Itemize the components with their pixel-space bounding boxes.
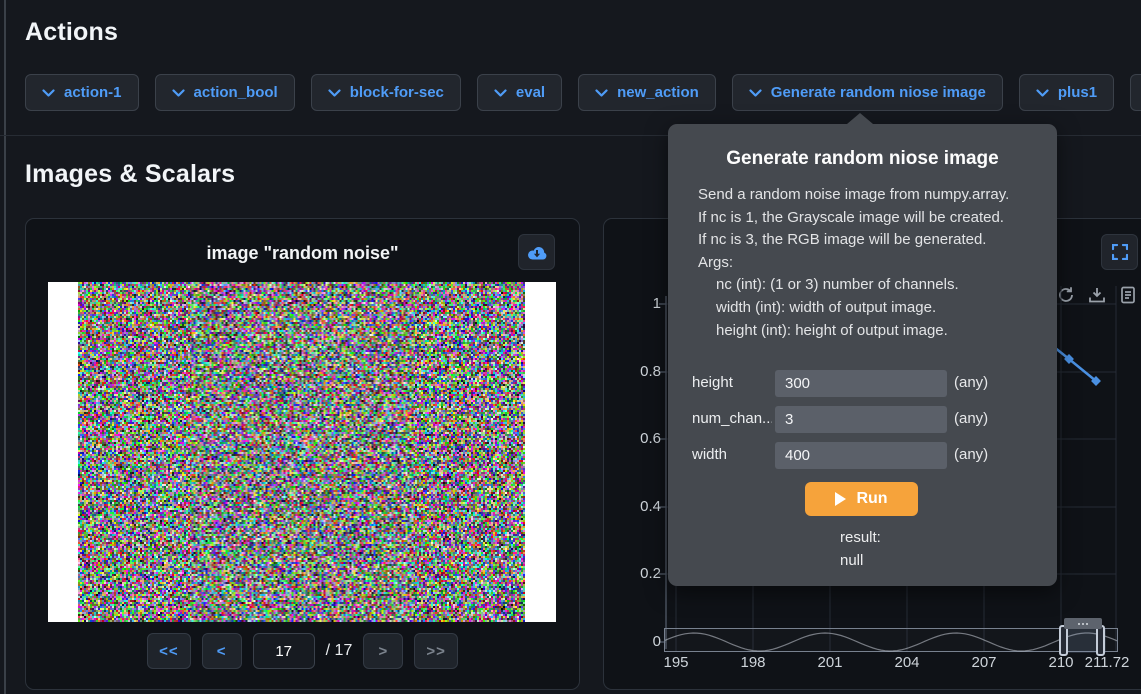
result-block: result: null [840, 526, 881, 572]
popup-title: Generate random niose image [668, 148, 1057, 170]
field-type-label: (any) [954, 374, 988, 391]
app-root: Actions action-1 action_bool block-for-s… [0, 0, 1141, 694]
field-type-label: (any) [954, 410, 988, 427]
field-row-width: width (any) [668, 442, 1057, 469]
actions-button-row: action-1 action_bool block-for-sec eval … [25, 74, 1141, 112]
x-tick-label: 198 [740, 655, 765, 671]
num-channels-field[interactable] [775, 406, 947, 433]
description-line: If nc is 3, the RGB image will be genera… [698, 229, 1039, 252]
popup-arrow [847, 113, 873, 124]
popup-description: Send a random noise image from numpy.arr… [698, 184, 1039, 342]
chevron-down-icon [328, 89, 341, 97]
rangeslider-handle-left[interactable] [1059, 625, 1068, 656]
noise-image-frame [48, 282, 556, 622]
image-pagination: << < / 17 > >> [26, 633, 579, 669]
action-button-action-bool[interactable]: action_bool [155, 74, 295, 111]
description-line: Args: [698, 252, 1039, 275]
action-button-label: block-for-sec [350, 84, 444, 101]
description-line: nc (int): (1 or 3) number of channels. [698, 274, 1039, 297]
run-button-label: Run [856, 490, 887, 508]
action-button-partial[interactable] [1130, 74, 1141, 111]
description-line: Send a random noise image from numpy.arr… [698, 184, 1039, 207]
chevron-down-icon [494, 89, 507, 97]
left-scrollbar[interactable] [4, 0, 6, 694]
x-tick-label: 207 [971, 655, 996, 671]
action-button-label: plus1 [1058, 84, 1097, 101]
action-button-block-for-sec[interactable]: block-for-sec [311, 74, 461, 111]
chevron-down-icon [42, 89, 55, 97]
height-field[interactable] [775, 370, 947, 397]
description-line: width (int): width of output image. [698, 297, 1039, 320]
y-tick-label: 1 [611, 296, 661, 312]
description-line: height (int): height of output image. [698, 320, 1039, 343]
field-label: height [692, 374, 772, 391]
chevron-down-icon [1036, 89, 1049, 97]
rangeslider-wave [665, 629, 1117, 653]
prev-page-button[interactable]: < [202, 633, 242, 669]
x-tick-label: 204 [894, 655, 919, 671]
actions-heading: Actions [25, 18, 118, 47]
field-row-num-channels: num_chan... (any) [668, 406, 1057, 433]
image-card-title: image "random noise" [26, 243, 579, 264]
y-tick-label: 0.6 [611, 431, 661, 447]
play-icon [835, 492, 846, 506]
rangeslider-grabber[interactable] [1064, 618, 1102, 629]
result-label: result: [840, 526, 881, 549]
action-button-generate-random-niose-image[interactable]: Generate random niose image [732, 74, 1003, 111]
field-type-label: (any) [954, 446, 988, 463]
field-label: width [692, 446, 772, 463]
x-tick-label: 195 [663, 655, 688, 671]
cloud-download-icon [527, 245, 547, 260]
y-tick-label: 0.2 [611, 566, 661, 582]
y-tick-label: 0 [611, 634, 661, 650]
action-button-label: new_action [617, 84, 699, 101]
action-button-action-1[interactable]: action-1 [25, 74, 139, 111]
chevron-down-icon [749, 89, 762, 97]
next-page-button[interactable]: > [363, 633, 403, 669]
y-tick-label: 0.8 [611, 364, 661, 380]
page-total-label: / 17 [326, 642, 353, 660]
action-button-label: action-1 [64, 84, 122, 101]
field-row-height: height (any) [668, 370, 1057, 397]
action-button-plus1[interactable]: plus1 [1019, 74, 1114, 111]
width-field[interactable] [775, 442, 947, 469]
noise-image [78, 282, 525, 622]
field-label: num_chan... [692, 410, 772, 427]
images-scalars-heading: Images & Scalars [25, 160, 235, 189]
chevron-down-icon [595, 89, 608, 97]
action-button-new-action[interactable]: new_action [578, 74, 716, 111]
x-tick-label: 211.72 [1085, 655, 1130, 671]
action-button-eval[interactable]: eval [477, 74, 562, 111]
action-button-label: eval [516, 84, 545, 101]
result-value: null [840, 549, 881, 572]
action-button-label: action_bool [194, 84, 278, 101]
page-number-input[interactable] [253, 633, 315, 669]
x-tick-label: 210 [1048, 655, 1073, 671]
cloud-download-button[interactable] [518, 234, 555, 270]
y-tick-label: 0.4 [611, 499, 661, 515]
chevron-down-icon [172, 89, 185, 97]
action-popup: Generate random niose image Send a rando… [668, 124, 1057, 586]
rangeslider[interactable] [664, 628, 1118, 652]
description-line: If nc is 1, the Grayscale image will be … [698, 207, 1039, 230]
run-button[interactable]: Run [805, 482, 918, 516]
first-page-button[interactable]: << [147, 633, 191, 669]
rangeslider-handle-right[interactable] [1096, 625, 1105, 656]
action-button-label: Generate random niose image [771, 84, 986, 101]
x-tick-label: 201 [817, 655, 842, 671]
image-card: image "random noise" << < / 17 > >> [25, 218, 580, 690]
last-page-button[interactable]: >> [414, 633, 458, 669]
